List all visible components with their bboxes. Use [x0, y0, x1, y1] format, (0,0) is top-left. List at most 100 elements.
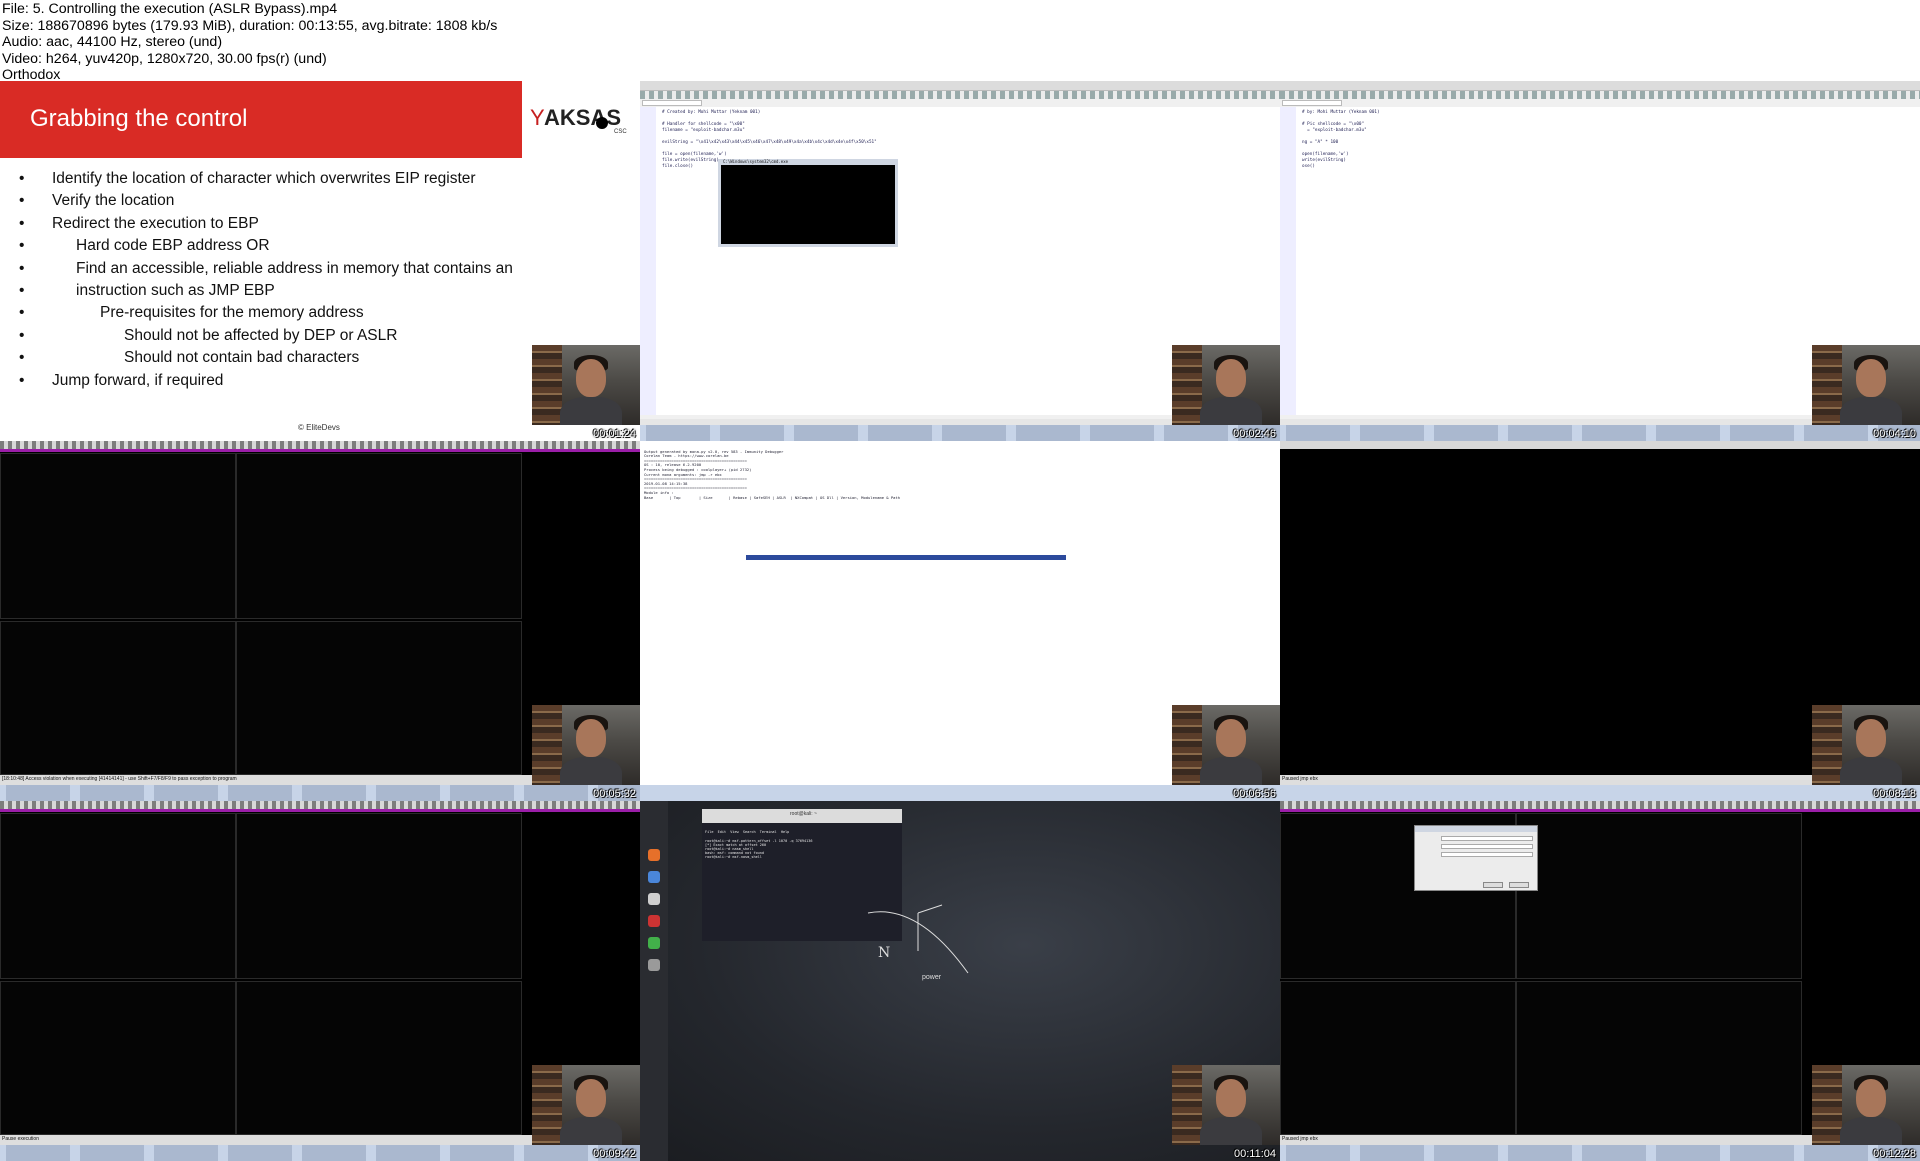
bullet: Hard code EBP address OR — [19, 235, 513, 258]
cancel-button[interactable] — [1509, 882, 1529, 888]
debugger-toolbar — [1280, 441, 1920, 449]
app-icon[interactable] — [648, 893, 660, 905]
app-icon[interactable] — [648, 937, 660, 949]
slide-bullet-list: Identify the location of character which… — [19, 168, 513, 393]
bullet: Find an accessible, reliable address in … — [19, 258, 513, 281]
toolbar — [640, 91, 1280, 99]
line-gutter — [1280, 107, 1296, 415]
stack-pane[interactable] — [1516, 981, 1802, 1135]
bullet: Pre-requisites for the memory address — [19, 302, 513, 325]
selected-row[interactable] — [746, 555, 1066, 560]
webcam-overlay — [532, 345, 640, 425]
bullet: Redirect the execution to EBP — [19, 213, 513, 236]
debugger-title-bar — [0, 809, 640, 812]
bullet: Should not be affected by DEP or ASLR — [19, 325, 513, 348]
taskbar[interactable] — [1280, 1145, 1920, 1161]
timestamp: 00:01:24 — [593, 428, 636, 440]
bullet-continuation-text: instruction such as JMP EBP — [76, 282, 275, 300]
cmd-window[interactable]: C:\Windows\system32\cmd.exe — [718, 159, 898, 247]
thumbnail-editor-cmd[interactable]: # Created by: Mohi Muttar (Yeknam 001) #… — [640, 81, 1280, 441]
app-icon[interactable] — [648, 849, 660, 861]
thumbnail-debugger-dialog[interactable]: Paused jmp ebx 00:12:28 — [1280, 801, 1920, 1161]
cpu-disassembly-pane[interactable] — [0, 453, 236, 619]
dialog-title-bar — [1415, 826, 1537, 832]
video-line: Video: h264, yuv420p, 1280x720, 30.00 fp… — [2, 50, 327, 67]
cpu-disassembly-pane[interactable] — [0, 813, 236, 979]
webcam-overlay — [1172, 1065, 1280, 1145]
thumbnail-mona-log[interactable]: Output generated by mona.py v2.0, rev 58… — [640, 441, 1280, 801]
memory-dump-pane[interactable] — [0, 621, 236, 775]
editor-tab[interactable] — [642, 100, 702, 106]
stack-pane[interactable] — [236, 981, 522, 1135]
taskbar[interactable] — [640, 785, 1280, 801]
thumbnail-debugger[interactable]: [18:10:48] Access violation when executi… — [0, 441, 640, 801]
toolbar — [1280, 91, 1920, 99]
bullet: Jump forward, if required — [19, 370, 513, 393]
debugger-toolbar — [0, 441, 640, 449]
log-text: Output generated by mona.py v2.0, rev 58… — [644, 445, 900, 505]
thumbnail-debugger-2[interactable]: Pause execution 00:09:42 — [0, 801, 640, 1161]
memory-dump-pane[interactable] — [0, 981, 236, 1135]
status-text: Paused jmp ebx — [1282, 1136, 1318, 1142]
bullet: Verify the location — [19, 190, 513, 213]
bullet: Should not contain bad characters — [19, 347, 513, 370]
taskbar[interactable] — [1280, 785, 1920, 801]
taskbar[interactable] — [640, 425, 1280, 441]
registers-pane[interactable] — [236, 453, 522, 619]
thumbnail-debugger-log[interactable]: Paused jmp ebx 00:08:18 — [1280, 441, 1920, 801]
code-text: # by: Mohi Muttar (Yeknam 001) # Pic she… — [1302, 110, 1380, 169]
file-size-line: Size: 188670896 bytes (179.93 MiB), dura… — [2, 17, 498, 34]
editor-tab[interactable] — [1282, 100, 1342, 106]
terminal-output: File Edit View Search Terminal Help root… — [705, 826, 812, 864]
menu-bar — [1280, 81, 1920, 91]
terminal-line: root@kali:~# msf-nasm_shell — [705, 855, 762, 860]
webcam-overlay — [532, 705, 640, 785]
status-text: Paused jmp ebx — [1282, 776, 1318, 782]
taskbar[interactable] — [0, 1145, 640, 1161]
edit-code-dialog[interactable] — [1414, 825, 1538, 891]
terminal-menu: File Edit View Search Terminal Help — [705, 830, 790, 835]
dialog-field[interactable] — [1441, 852, 1533, 857]
svg-text:AKSAS: AKSAS — [544, 105, 621, 130]
webcam-overlay — [1812, 705, 1920, 785]
wallpaper-physics-graphic: N power — [867, 904, 969, 981]
status-text: Pause execution — [2, 1136, 39, 1142]
desktop-dock[interactable] — [640, 801, 668, 1161]
taskbar[interactable] — [1280, 425, 1920, 441]
ok-button[interactable] — [1483, 882, 1503, 888]
webcam-overlay — [1812, 1065, 1920, 1145]
thumbnail-kali-desktop[interactable]: root@kali: ~ File Edit View Search Termi… — [640, 801, 1280, 1161]
debugger-toolbar — [1280, 801, 1920, 809]
dialog-field[interactable] — [1441, 844, 1533, 849]
debugger-title-bar — [1280, 809, 1920, 812]
stack-pane[interactable] — [236, 621, 522, 775]
svg-text:N: N — [878, 945, 890, 961]
thumbnail-slide[interactable]: Grabbing the control Y AKSAS CSC Identif… — [0, 81, 640, 441]
app-icon[interactable] — [648, 871, 660, 883]
app-icon[interactable] — [648, 959, 660, 971]
thumbnail-editor[interactable]: # by: Mohi Muttar (Yeknam 001) # Pic she… — [1280, 81, 1920, 441]
webcam-overlay — [1812, 345, 1920, 425]
debugger-toolbar — [0, 801, 640, 809]
taskbar[interactable] — [0, 785, 640, 801]
timestamp: 00:11:04 — [1233, 1148, 1276, 1160]
audio-line: Audio: aac, 44100 Hz, stereo (und) — [2, 34, 223, 51]
memory-dump-pane[interactable] — [1280, 981, 1516, 1135]
svg-text:Y: Y — [530, 105, 545, 130]
registers-pane[interactable] — [1516, 813, 1802, 979]
timestamp: 00:09:42 — [593, 1148, 636, 1160]
menu-bar — [640, 81, 1280, 91]
file-info-header: File: 5. Controlling the execution (ASLR… — [0, 0, 1920, 83]
bullet: Identify the location of character which… — [19, 168, 513, 191]
slide-title: Grabbing the control — [30, 105, 248, 132]
registers-pane[interactable] — [236, 813, 522, 979]
timestamp: 00:05:32 — [593, 788, 636, 800]
thumbnail-grid: Grabbing the control Y AKSAS CSC Identif… — [0, 81, 1920, 1161]
svg-text:CSC: CSC — [614, 129, 627, 135]
line-gutter — [640, 107, 656, 415]
aksas-logo: Y AKSAS CSC — [530, 105, 627, 135]
status-text: [18:10:48] Access violation when executi… — [2, 776, 237, 782]
dialog-field[interactable] — [1441, 836, 1533, 841]
log-line: Base | Top | Size | Rebase | SafeSEH | A… — [644, 494, 901, 500]
app-icon[interactable] — [648, 915, 660, 927]
